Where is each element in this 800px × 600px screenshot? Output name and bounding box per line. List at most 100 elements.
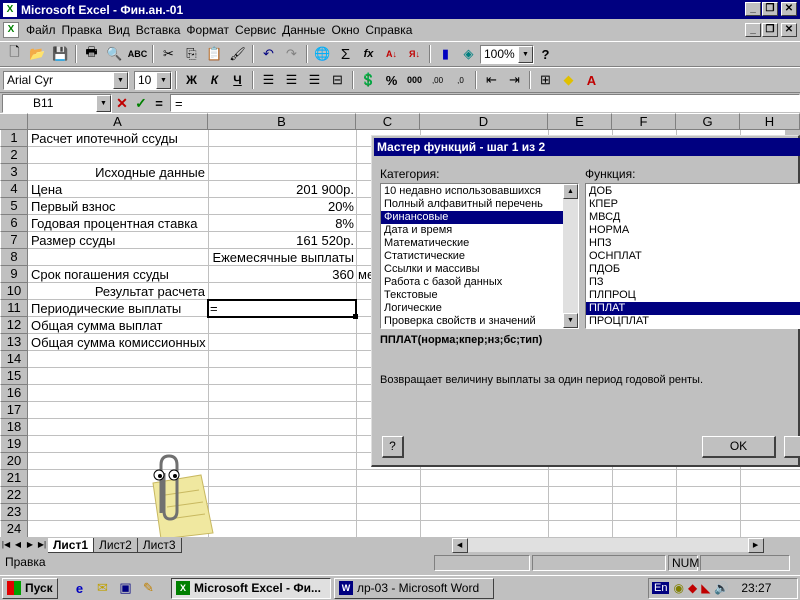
- chevron-down-icon[interactable]: ▼: [113, 71, 128, 89]
- function-item[interactable]: НПЗ: [586, 237, 800, 250]
- cell-b9[interactable]: 360: [210, 266, 354, 283]
- tray-icon[interactable]: ◆: [688, 581, 697, 595]
- row-header[interactable]: 2: [0, 147, 28, 164]
- row-header[interactable]: 15: [0, 368, 28, 385]
- save-icon[interactable]: 💾: [49, 43, 72, 65]
- cell-a7[interactable]: Размер ссуды: [31, 232, 207, 249]
- function-item[interactable]: МВСД: [586, 211, 800, 224]
- function-item[interactable]: ПЛПРОЦ: [586, 289, 800, 302]
- chevron-down-icon[interactable]: ▼: [156, 71, 171, 89]
- row-header[interactable]: 18: [0, 419, 28, 436]
- autosum-icon[interactable]: Σ: [334, 43, 357, 65]
- function-item[interactable]: ПЗ: [586, 276, 800, 289]
- menu-data[interactable]: Данные: [279, 23, 328, 37]
- doc-minimize-button[interactable]: _: [745, 23, 761, 37]
- language-indicator[interactable]: En: [652, 582, 670, 594]
- col-header-h[interactable]: H: [740, 113, 800, 130]
- copy-icon[interactable]: ⎘: [180, 43, 203, 65]
- category-item[interactable]: 10 недавно использовавшихся: [381, 185, 578, 198]
- format-painter-icon[interactable]: 🖌: [226, 43, 249, 65]
- font-color-icon[interactable]: A: [580, 69, 603, 91]
- category-item[interactable]: Статистические: [381, 250, 578, 263]
- task-word[interactable]: W лр-03 - Microsoft Word: [334, 577, 494, 599]
- increase-indent-icon[interactable]: ⇥: [503, 69, 526, 91]
- tray-icon[interactable]: ◉: [673, 581, 683, 595]
- cell-b11-active[interactable]: =: [207, 299, 357, 318]
- underline-button[interactable]: Ч: [226, 69, 249, 91]
- cell-a13[interactable]: Общая сумма комиссионных: [31, 334, 207, 351]
- outlook-icon[interactable]: ✉: [91, 577, 114, 599]
- function-item[interactable]: ДОБ: [586, 185, 800, 198]
- fill-handle[interactable]: [353, 314, 358, 319]
- cut-icon[interactable]: ✂: [157, 43, 180, 65]
- redo-icon[interactable]: ↷: [280, 43, 303, 65]
- prev-sheet-icon[interactable]: ◀: [12, 538, 24, 552]
- cell-a9[interactable]: Срок погашения ссуды: [31, 266, 207, 283]
- cell-b8[interactable]: Ежемесячные выплаты: [210, 249, 354, 266]
- horizontal-scrollbar[interactable]: [467, 538, 748, 552]
- cell-a10[interactable]: Результат расчета: [31, 283, 207, 300]
- print-preview-icon[interactable]: 🔍: [103, 43, 126, 65]
- equals-button[interactable]: =: [150, 96, 168, 111]
- font-select[interactable]: Arial Cyr ▼: [3, 70, 129, 90]
- menu-tools[interactable]: Сервис: [232, 23, 279, 37]
- chevron-down-icon[interactable]: ▼: [518, 45, 533, 63]
- row-header[interactable]: 19: [0, 436, 28, 453]
- next-sheet-icon[interactable]: ▶: [24, 538, 36, 552]
- last-sheet-icon[interactable]: ▶|: [36, 538, 48, 552]
- sort-descending-icon[interactable]: Я↓: [403, 43, 426, 65]
- col-header-a[interactable]: A: [28, 113, 208, 130]
- function-item[interactable]: КПЕР: [586, 198, 800, 211]
- font-size-select[interactable]: 10 ▼: [134, 70, 172, 90]
- category-item[interactable]: Математические: [381, 237, 578, 250]
- menu-window[interactable]: Окно: [328, 23, 362, 37]
- start-button[interactable]: Пуск: [2, 577, 58, 599]
- map-icon[interactable]: ◈: [457, 43, 480, 65]
- cell-b4[interactable]: 201 900р.: [210, 181, 354, 198]
- cell-b5[interactable]: 20%: [210, 198, 354, 215]
- row-header[interactable]: 9: [0, 266, 28, 283]
- align-center-icon[interactable]: ☰: [280, 69, 303, 91]
- desktop-icon[interactable]: ▣: [114, 577, 137, 599]
- row-header[interactable]: 3: [0, 164, 28, 181]
- category-item[interactable]: Полный алфавитный перечень: [381, 198, 578, 211]
- chart-wizard-icon[interactable]: ▮: [434, 43, 457, 65]
- currency-icon[interactable]: 💲: [357, 69, 380, 91]
- hyperlink-icon[interactable]: 🌐: [311, 43, 334, 65]
- channels-icon[interactable]: ✎: [137, 577, 160, 599]
- category-item[interactable]: Текстовые: [381, 289, 578, 302]
- cell-a3[interactable]: Исходные данные: [31, 164, 207, 181]
- help-button[interactable]: ?: [382, 436, 404, 458]
- office-assistant[interactable]: [139, 453, 219, 537]
- italic-button[interactable]: К: [203, 69, 226, 91]
- row-header[interactable]: 22: [0, 487, 28, 504]
- merge-center-icon[interactable]: ⊟: [326, 69, 349, 91]
- undo-icon[interactable]: ↶: [257, 43, 280, 65]
- align-left-icon[interactable]: ☰: [257, 69, 280, 91]
- function-item[interactable]: ПРОЦПЛАТ: [586, 315, 800, 328]
- ie-icon[interactable]: e: [68, 577, 91, 599]
- cell-b6[interactable]: 8%: [210, 215, 354, 232]
- row-header[interactable]: 14: [0, 351, 28, 368]
- menu-help[interactable]: Справка: [362, 23, 415, 37]
- row-header[interactable]: 24: [0, 521, 28, 537]
- cell-a4[interactable]: Цена: [31, 181, 207, 198]
- col-header-g[interactable]: G: [676, 113, 740, 130]
- function-wizard-icon[interactable]: fx: [357, 43, 380, 65]
- cell-a11[interactable]: Периодические выплаты: [31, 300, 207, 317]
- category-item[interactable]: Работа с базой данных: [381, 276, 578, 289]
- row-header[interactable]: 1: [0, 130, 28, 147]
- category-item[interactable]: Ссылки и массивы: [381, 263, 578, 276]
- menu-format[interactable]: Формат: [183, 23, 232, 37]
- tab-sheet3[interactable]: Лист3: [137, 537, 182, 553]
- volume-icon[interactable]: 🔊: [714, 581, 729, 595]
- category-item[interactable]: Финансовые: [381, 211, 578, 224]
- cancel-icon[interactable]: ✕: [112, 95, 132, 112]
- menu-edit[interactable]: Правка: [59, 23, 106, 37]
- col-header-b[interactable]: B: [208, 113, 356, 130]
- row-header[interactable]: 13: [0, 334, 28, 351]
- row-header[interactable]: 4: [0, 181, 28, 198]
- decrease-decimal-icon[interactable]: ,0: [449, 69, 472, 91]
- thousands-icon[interactable]: 000: [403, 69, 426, 91]
- category-scrollbar[interactable]: ▲ ▼: [563, 184, 578, 328]
